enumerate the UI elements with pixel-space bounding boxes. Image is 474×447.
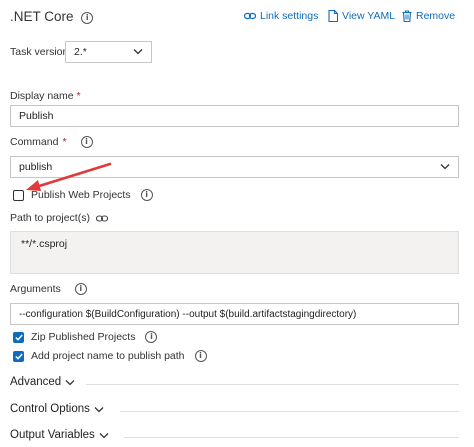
chevron-down-icon (133, 49, 143, 55)
checkmark-icon (14, 353, 23, 360)
task-title: .NET Core i (10, 9, 94, 24)
chevron-down-icon (94, 406, 104, 412)
display-name-input[interactable]: Publish (10, 105, 459, 127)
display-name-value: Publish (19, 110, 54, 122)
arguments-input[interactable]: --configuration $(BuildConfiguration) --… (10, 303, 459, 325)
path-to-projects-value: **/*.csproj (21, 238, 68, 250)
task-title-text: .NET Core (10, 9, 74, 24)
advanced-section-header[interactable]: Advanced (10, 376, 75, 388)
section-divider (120, 411, 459, 412)
control-options-section-label: Control Options (10, 403, 90, 415)
link-icon (244, 12, 256, 20)
info-icon[interactable]: i (80, 136, 93, 148)
advanced-section-label: Advanced (10, 376, 62, 388)
display-name-label: Display name * (10, 90, 81, 102)
remove-label: Remove (416, 10, 456, 22)
arguments-label-text: Arguments (10, 283, 61, 295)
trash-icon (402, 10, 412, 22)
remove-button[interactable]: Remove (402, 10, 455, 22)
info-icon[interactable]: i (74, 283, 87, 295)
arguments-label: Arguments i (10, 283, 87, 295)
zip-published-row: Zip Published Projects i (13, 331, 158, 343)
link-icon[interactable] (95, 214, 108, 223)
section-divider (86, 384, 459, 385)
yaml-icon (328, 10, 338, 22)
link-settings-button[interactable]: Link settings (244, 10, 318, 22)
info-icon[interactable]: i (140, 189, 153, 201)
arrow-annotation (26, 162, 112, 191)
section-divider (124, 437, 459, 438)
checkmark-icon (14, 334, 23, 341)
chevron-down-icon (65, 379, 75, 385)
control-options-section-header[interactable]: Control Options (10, 403, 104, 415)
output-variables-section-header[interactable]: Output Variables (10, 429, 109, 441)
zip-published-checkbox[interactable] (13, 331, 24, 343)
add-project-name-row: Add project name to publish path i (13, 350, 207, 362)
path-to-projects-label-text: Path to project(s) (10, 212, 90, 224)
command-label: Command * i (10, 136, 93, 148)
path-to-projects-input[interactable]: **/*.csproj (10, 231, 459, 274)
info-icon[interactable]: i (81, 12, 94, 24)
output-variables-section-label: Output Variables (10, 429, 95, 441)
task-version-value: 2.* (74, 46, 87, 58)
task-version-label: Task version (10, 46, 69, 58)
chevron-down-icon (440, 164, 450, 170)
required-mark: * (62, 136, 67, 148)
add-project-name-checkbox[interactable] (13, 350, 24, 362)
command-label-text: Command (10, 136, 59, 148)
link-settings-label: Link settings (260, 10, 319, 22)
info-icon[interactable]: i (194, 350, 207, 362)
zip-published-label: Zip Published Projects (31, 331, 136, 343)
display-name-label-text: Display name (10, 90, 74, 102)
info-icon[interactable]: i (145, 331, 158, 343)
view-yaml-button[interactable]: View YAML (328, 10, 395, 22)
view-yaml-label: View YAML (342, 10, 396, 22)
arguments-value: --configuration $(BuildConfiguration) --… (19, 308, 357, 320)
chevron-down-icon (99, 432, 109, 438)
task-version-select[interactable]: 2.* (65, 41, 152, 63)
path-to-projects-label: Path to project(s) (10, 212, 108, 224)
add-project-name-label: Add project name to publish path (31, 350, 185, 362)
required-mark: * (76, 90, 81, 102)
